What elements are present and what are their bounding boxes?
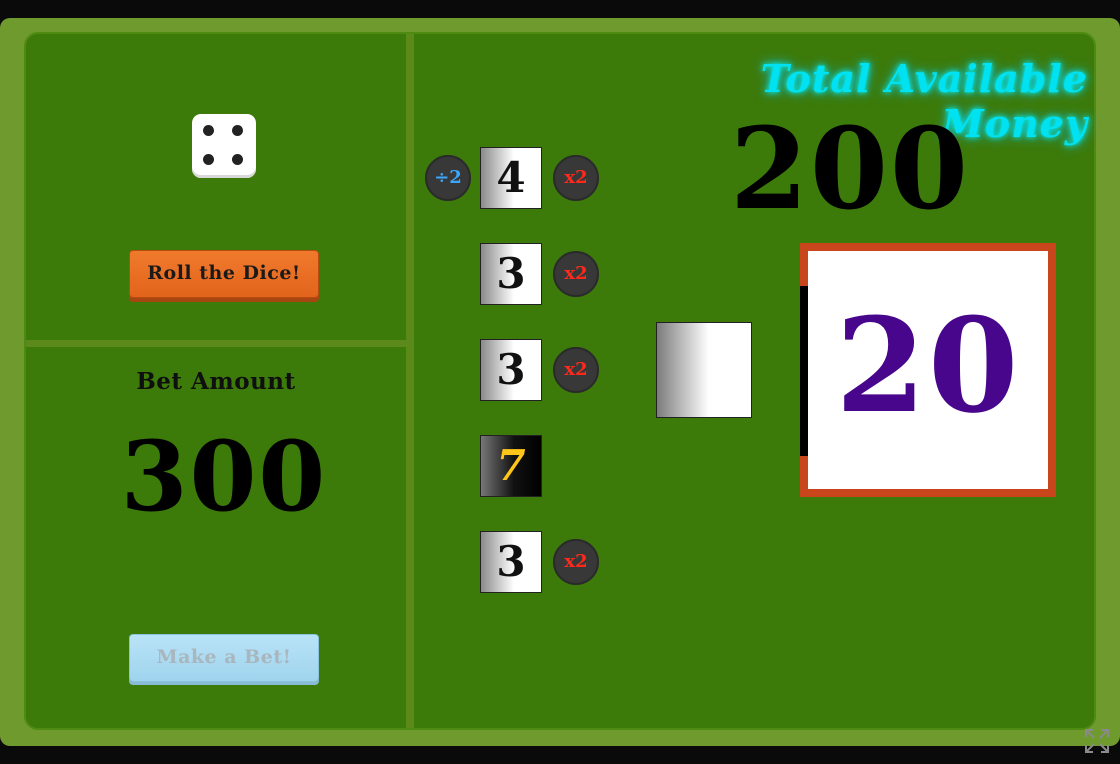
die-pip <box>232 125 243 136</box>
number-tile[interactable]: 4 <box>480 147 542 209</box>
die-pip <box>203 125 214 136</box>
bet-amount-value: 300 <box>120 420 328 533</box>
target-number-box: 20 <box>800 243 1056 497</box>
multiply-by-two-chip[interactable]: x2 <box>553 155 599 201</box>
multiply-by-two-chip[interactable]: x2 <box>553 251 599 297</box>
empty-tile-slot[interactable] <box>656 322 752 418</box>
multiply-by-two-chip[interactable]: x2 <box>553 347 599 393</box>
bet-amount-label: Bet Amount <box>136 368 296 395</box>
roll-dice-button[interactable]: Roll the Dice! <box>129 250 319 298</box>
number-tile[interactable]: 3 <box>480 243 542 305</box>
target-number: 20 <box>835 289 1021 442</box>
number-tile[interactable]: 3 <box>480 531 542 593</box>
divide-by-two-chip[interactable]: ÷2 <box>425 155 471 201</box>
die-pip <box>203 154 214 165</box>
total-money-value: 200 <box>730 104 970 235</box>
multiply-by-two-chip[interactable]: x2 <box>553 539 599 585</box>
number-tile-seven[interactable]: 7 <box>480 435 542 497</box>
die-pip <box>232 154 243 165</box>
horizontal-divider <box>26 340 406 347</box>
vertical-divider <box>406 34 414 728</box>
number-tile[interactable]: 3 <box>480 339 542 401</box>
fullscreen-icon[interactable] <box>1084 728 1110 754</box>
make-bet-button[interactable]: Make a Bet! <box>129 634 319 682</box>
target-marker-bar <box>800 286 808 456</box>
dice-icon <box>192 114 256 178</box>
